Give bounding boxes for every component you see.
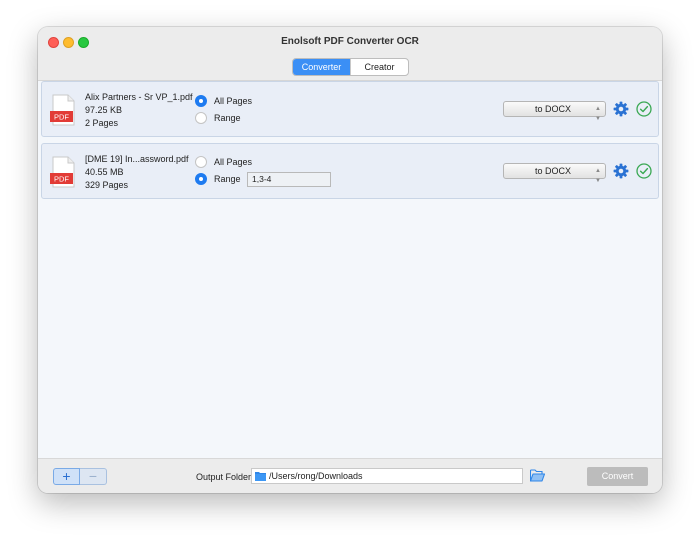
- file-page-count: 2 Pages: [85, 118, 119, 128]
- open-folder-icon[interactable]: [530, 468, 545, 482]
- output-folder-path: /Users/rong/Downloads: [269, 471, 363, 481]
- file-name: [DME 19] In...assword.pdf: [85, 154, 189, 164]
- gear-icon[interactable]: [613, 101, 629, 117]
- output-folder-label: Output Folder: [196, 472, 252, 482]
- format-select[interactable]: to DOCX ▲ ▼: [503, 163, 606, 184]
- range-radio[interactable]: [195, 173, 207, 185]
- checkmark-icon[interactable]: [636, 163, 652, 179]
- format-select-value: to DOCX: [535, 104, 572, 114]
- pdf-icon: PDF: [50, 94, 75, 126]
- checkmark-icon[interactable]: [636, 101, 652, 117]
- output-folder-field[interactable]: /Users/rong/Downloads: [251, 468, 523, 484]
- all-pages-label: All Pages: [214, 157, 253, 167]
- file-row[interactable]: PDF Alix Partners - Sr VP_1.pdf 97.25 KB…: [41, 81, 659, 137]
- range-label: Range: [214, 113, 241, 123]
- add-file-button[interactable]: +: [53, 468, 80, 485]
- folder-icon: [255, 472, 266, 481]
- gear-icon[interactable]: [613, 163, 629, 179]
- convert-button[interactable]: Convert: [587, 467, 648, 486]
- range-radio[interactable]: [195, 112, 207, 124]
- file-page-count: 329 Pages: [85, 180, 129, 190]
- page-range-input[interactable]: 1,3-4: [247, 172, 331, 187]
- file-size: 40.55 MB: [85, 167, 124, 177]
- chevron-updown-icon: ▲ ▼: [595, 168, 601, 184]
- app-window: Enolsoft PDF Converter OCR Converter Cre…: [38, 27, 662, 493]
- format-select-value: to DOCX: [535, 166, 572, 176]
- file-row[interactable]: PDF [DME 19] In...assword.pdf 40.55 MB 3…: [41, 143, 659, 199]
- title-bar: Enolsoft PDF Converter OCR Converter Cre…: [38, 27, 662, 81]
- remove-file-button[interactable]: −: [80, 468, 107, 485]
- tab-converter[interactable]: Converter: [293, 59, 350, 75]
- bottom-toolbar: + − Output Folder /Users/rong/Downloads …: [38, 458, 662, 493]
- format-select[interactable]: to DOCX ▲ ▼: [503, 101, 606, 122]
- file-size: 97.25 KB: [85, 105, 123, 115]
- pdf-icon-label: PDF: [54, 113, 69, 122]
- window-title: Enolsoft PDF Converter OCR: [281, 36, 419, 47]
- all-pages-radio[interactable]: [195, 95, 207, 107]
- mode-segmented-control: Converter Creator: [292, 58, 409, 76]
- chevron-updown-icon: ▲ ▼: [595, 106, 601, 122]
- all-pages-label: All Pages: [214, 96, 253, 106]
- all-pages-radio[interactable]: [195, 156, 207, 168]
- range-label: Range: [214, 174, 241, 184]
- tab-creator[interactable]: Creator: [350, 59, 408, 75]
- pdf-icon: PDF: [50, 156, 75, 188]
- pdf-icon-label: PDF: [54, 175, 69, 184]
- file-name: Alix Partners - Sr VP_1.pdf: [85, 92, 193, 102]
